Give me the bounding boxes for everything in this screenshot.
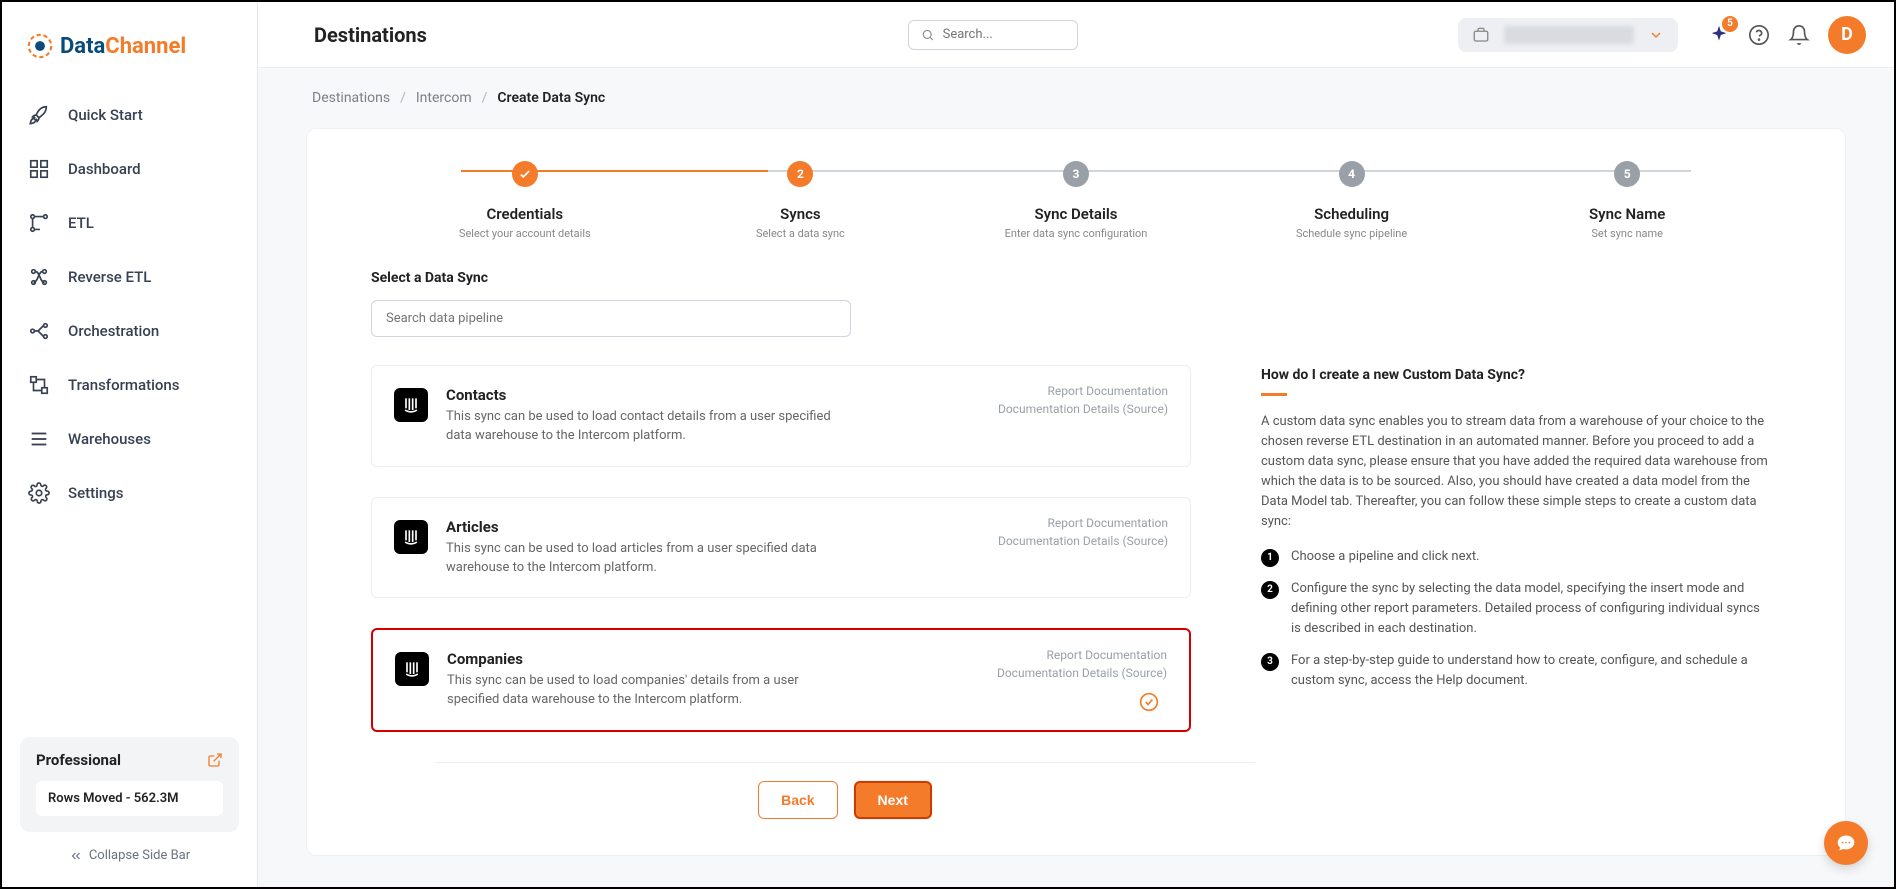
- collapse-icon: [69, 849, 83, 863]
- ai-sparkle[interactable]: 5: [1708, 24, 1730, 46]
- topbar: Destinations 5 D: [258, 2, 1894, 68]
- intercom-icon: [394, 388, 428, 422]
- sidebar: DataChannel Quick Start Dashboard ETL Re…: [2, 2, 258, 887]
- page-title: Destinations: [314, 23, 427, 47]
- sync-desc: This sync can be used to load companies'…: [447, 672, 837, 710]
- user-avatar[interactable]: D: [1828, 16, 1866, 54]
- sidebar-item-orchestration[interactable]: Orchestration: [16, 304, 243, 358]
- section-label: Select a Data Sync: [371, 270, 1781, 286]
- rocket-icon: [28, 104, 50, 126]
- chat-fab[interactable]: [1824, 821, 1868, 865]
- sidebar-item-reverse-etl[interactable]: Reverse ETL: [16, 250, 243, 304]
- sync-card-contacts[interactable]: Contacts This sync can be used to load c…: [371, 365, 1191, 467]
- back-button[interactable]: Back: [758, 781, 837, 819]
- sidebar-item-label: Transformations: [68, 376, 179, 394]
- sidebar-item-label: ETL: [68, 214, 94, 232]
- doc-details-link[interactable]: Documentation Details (Source): [998, 400, 1168, 418]
- step-credentials[interactable]: Credentials Select your account details: [387, 161, 663, 240]
- global-search[interactable]: [908, 20, 1078, 50]
- grid-icon: [28, 158, 50, 180]
- org-selector[interactable]: [1458, 18, 1678, 52]
- help-panel: How do I create a new Custom Data Sync? …: [1261, 365, 1771, 819]
- selected-check-icon: [1139, 692, 1159, 712]
- sidebar-item-label: Warehouses: [68, 430, 151, 448]
- etl-icon: [28, 212, 50, 234]
- chevron-down-icon: [1648, 27, 1664, 43]
- step-sync-details[interactable]: 3 Sync Details Enter data sync configura…: [938, 161, 1214, 240]
- plan-title: Professional: [36, 751, 121, 769]
- orchestration-icon: [28, 320, 50, 342]
- help-step: 3 For a step-by-step guide to understand…: [1261, 651, 1771, 691]
- breadcrumb-item[interactable]: Intercom: [416, 90, 472, 106]
- stepper: Credentials Select your account details …: [307, 157, 1845, 270]
- search-icon: [921, 27, 935, 43]
- plan-card: Professional Rows Moved - 562.3M: [20, 737, 239, 832]
- sidebar-item-label: Orchestration: [68, 322, 159, 340]
- sidebar-item-transformations[interactable]: Transformations: [16, 358, 243, 412]
- transformations-icon: [28, 374, 50, 396]
- notif-badge: 5: [1722, 16, 1738, 32]
- report-doc-link[interactable]: Report Documentation: [997, 646, 1167, 664]
- wizard-card: Credentials Select your account details …: [306, 128, 1846, 856]
- step-sync-name[interactable]: 5 Sync Name Set sync name: [1489, 161, 1765, 240]
- sidebar-item-label: Quick Start: [68, 106, 143, 124]
- report-doc-link[interactable]: Report Documentation: [998, 382, 1168, 400]
- sidebar-item-quickstart[interactable]: Quick Start: [16, 88, 243, 142]
- sidebar-item-dashboard[interactable]: Dashboard: [16, 142, 243, 196]
- breadcrumb-current: Create Data Sync: [497, 90, 605, 106]
- sidebar-item-label: Dashboard: [68, 160, 141, 178]
- gear-icon: [28, 482, 50, 504]
- org-icon: [1472, 26, 1490, 44]
- collapse-sidebar[interactable]: Collapse Side Bar: [20, 832, 239, 867]
- rows-moved: Rows Moved - 562.3M: [36, 781, 223, 816]
- doc-details-link[interactable]: Documentation Details (Source): [998, 532, 1168, 550]
- check-icon: [512, 161, 538, 187]
- sync-card-articles[interactable]: Articles This sync can be used to load a…: [371, 497, 1191, 599]
- intercom-icon: [395, 652, 429, 686]
- warehouses-icon: [28, 428, 50, 450]
- help-title: How do I create a new Custom Data Sync?: [1261, 365, 1771, 387]
- help-step: 2 Configure the sync by selecting the da…: [1261, 579, 1771, 639]
- sidebar-item-etl[interactable]: ETL: [16, 196, 243, 250]
- logo[interactable]: DataChannel: [2, 22, 257, 88]
- sync-card-companies[interactable]: Companies This sync can be used to load …: [371, 628, 1191, 732]
- sync-desc: This sync can be used to load articles f…: [446, 540, 836, 578]
- intercom-icon: [394, 520, 428, 554]
- logo-text-1: Data: [60, 34, 105, 59]
- pipeline-search-input[interactable]: [386, 311, 836, 326]
- sidebar-item-settings[interactable]: Settings: [16, 466, 243, 520]
- sidebar-item-label: Reverse ETL: [68, 268, 151, 286]
- chat-icon: [1836, 833, 1856, 853]
- bell-icon[interactable]: [1788, 24, 1810, 46]
- help-step: 1 Choose a pipeline and click next.: [1261, 547, 1771, 567]
- sync-list: Contacts This sync can be used to load c…: [371, 365, 1191, 819]
- sidebar-item-label: Settings: [68, 484, 124, 502]
- sync-desc: This sync can be used to load contact de…: [446, 408, 836, 446]
- step-scheduling[interactable]: 4 Scheduling Schedule sync pipeline: [1214, 161, 1490, 240]
- sidebar-item-warehouses[interactable]: Warehouses: [16, 412, 243, 466]
- next-button[interactable]: Next: [854, 781, 932, 819]
- logo-text-2: Channel: [105, 34, 186, 59]
- external-link-icon[interactable]: [207, 752, 223, 768]
- reverse-etl-icon: [28, 266, 50, 288]
- help-paragraph: A custom data sync enables you to stream…: [1261, 412, 1771, 533]
- breadcrumb: Destinations / Intercom / Create Data Sy…: [312, 90, 1846, 106]
- search-input[interactable]: [943, 27, 1065, 42]
- step-syncs[interactable]: 2 Syncs Select a data sync: [663, 161, 939, 240]
- sidebar-nav: Quick Start Dashboard ETL Reverse ETL Or…: [2, 88, 257, 737]
- doc-details-link[interactable]: Documentation Details (Source): [997, 664, 1167, 682]
- logo-icon: [26, 32, 54, 60]
- help-icon[interactable]: [1748, 24, 1770, 46]
- report-doc-link[interactable]: Report Documentation: [998, 514, 1168, 532]
- pipeline-search[interactable]: [371, 300, 851, 337]
- org-name-placeholder: [1504, 26, 1634, 44]
- breadcrumb-item[interactable]: Destinations: [312, 90, 390, 106]
